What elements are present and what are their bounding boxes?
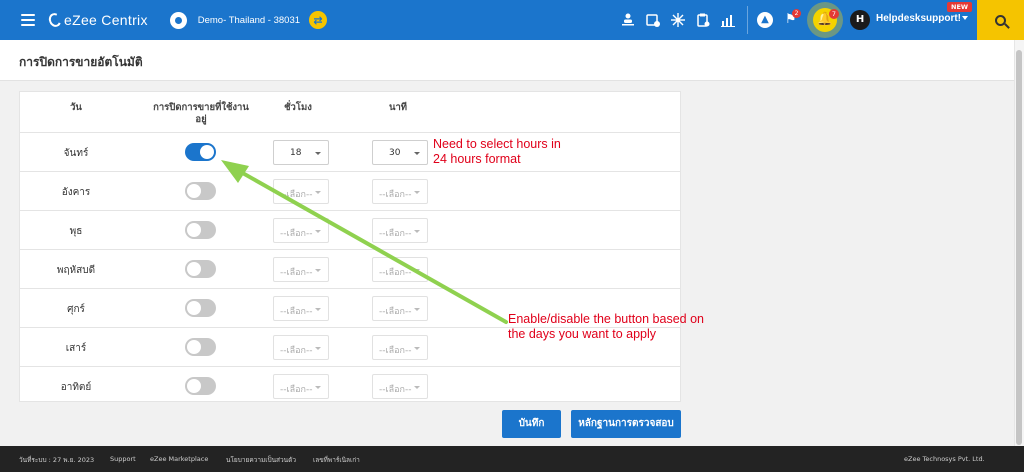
annotation-hours-line1: Need to select hours in bbox=[433, 137, 561, 151]
annotation-toggle-line1: Enable/disable the button based on bbox=[508, 312, 704, 326]
annotation-hours-note: Need to select hours in 24 hours format bbox=[433, 137, 561, 167]
annotation-toggle-line2: the days you want to apply bbox=[508, 327, 657, 341]
annotation-toggle-note: Enable/disable the button based on the d… bbox=[508, 312, 704, 342]
annotation-hours-line2: 24 hours format bbox=[433, 152, 521, 166]
annotation-arrows bbox=[221, 160, 508, 324]
